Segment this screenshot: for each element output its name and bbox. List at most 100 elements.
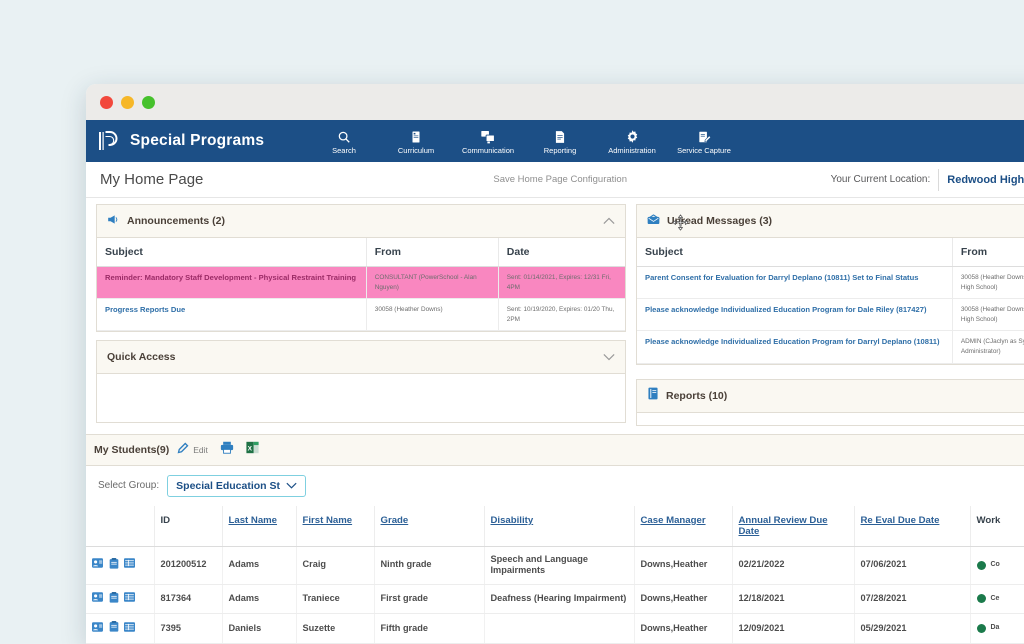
brand-logo-area[interactable]: Special Programs [96, 128, 308, 154]
group-select-value: Special Education St [176, 480, 280, 492]
grid-icon[interactable] [124, 558, 135, 572]
table-row[interactable]: Please acknowledge Individualized Educat… [637, 331, 1024, 363]
nav-item-curriculum[interactable]: Curriculum [380, 127, 452, 155]
nav-item-service-capture[interactable]: Service Capture [668, 127, 740, 155]
announcements-panel: Announcements (2) Subject From Date [96, 204, 626, 332]
column-header-re-eval-due-date[interactable]: Re Eval Due Date [854, 506, 970, 547]
announcements-panel-header[interactable]: Announcements (2) [97, 205, 625, 238]
edit-document-icon [697, 129, 711, 144]
message-subject[interactable]: Parent Consent for Evaluation for Darryl… [637, 267, 952, 299]
student-profile-icon[interactable] [92, 622, 103, 636]
student-disability: Deafness (Hearing Impairment) [484, 584, 634, 614]
grid-icon[interactable] [124, 622, 135, 636]
announcement-date: Sent: 01/14/2021, Expires: 12/31 Fri, 4P… [498, 267, 625, 299]
unread-messages-title: Unread Messages (3) [667, 215, 772, 227]
group-select-dropdown[interactable]: Special Education St [167, 475, 306, 497]
printer-icon[interactable] [220, 441, 234, 459]
chevron-down-icon[interactable] [603, 348, 615, 366]
table-row[interactable]: 7395 Daniels Suzette Fifth grade Downs,H… [86, 614, 1024, 644]
table-row[interactable]: 201200512 Adams Craig Ninth grade Speech… [86, 546, 1024, 584]
column-header-subject: Subject [637, 238, 952, 267]
student-grade: Ninth grade [374, 546, 484, 584]
column-header-actions [86, 506, 154, 547]
announcement-from: CONSULTANT (PowerSchool - Alan Nguyen) [366, 267, 498, 299]
left-column: Announcements (2) Subject From Date [96, 204, 626, 434]
reports-title: Reports (10) [666, 390, 727, 402]
nav-item-administration[interactable]: Administration [596, 127, 668, 155]
minimize-window-button[interactable] [121, 96, 134, 109]
student-case-manager: Downs,Heather [634, 614, 732, 644]
document-icon[interactable] [109, 592, 119, 607]
grid-icon[interactable] [124, 592, 135, 606]
close-window-button[interactable] [100, 96, 113, 109]
message-subject[interactable]: Please acknowledge Individualized Educat… [637, 331, 952, 363]
report-icon [553, 129, 567, 144]
nav-item-label: Communication [462, 146, 514, 155]
column-header-id: ID [154, 506, 222, 547]
student-profile-icon[interactable] [92, 592, 103, 606]
student-last-name: Adams [222, 584, 296, 614]
column-header-from: From [952, 238, 1024, 267]
unread-messages-header-row: Subject From [637, 238, 1024, 267]
student-last-name: Adams [222, 546, 296, 584]
row-action-icons [86, 546, 154, 584]
my-students-toolbar: My Students(9) Edit [86, 434, 1024, 466]
column-header-grade[interactable]: Grade [374, 506, 484, 547]
right-column: Unread Messages (3) Subject From [636, 204, 1024, 434]
announcement-subject[interactable]: Progress Reports Due [97, 299, 366, 331]
nav-item-communication[interactable]: Communication [452, 127, 524, 155]
message-subject[interactable]: Please acknowledge Individualized Educat… [637, 299, 952, 331]
column-header-disability[interactable]: Disability [484, 506, 634, 547]
chat-icon [480, 129, 496, 144]
edit-button-label: Edit [193, 445, 208, 455]
student-profile-icon[interactable] [92, 558, 103, 572]
announcements-table: Subject From Date Reminder: Mandatory St… [97, 238, 625, 331]
students-header-row: ID Last Name First Name Grade Disability… [86, 506, 1024, 547]
unread-messages-panel-header[interactable]: Unread Messages (3) [637, 205, 1024, 238]
student-case-manager: Downs,Heather [634, 584, 732, 614]
app-window: Special Programs Search [86, 84, 1024, 644]
reports-panel: Reports (10) [636, 379, 1024, 426]
quick-access-panel-header[interactable]: Quick Access [97, 341, 625, 374]
column-header-annual-review-due-date[interactable]: Annual Review Due Date [732, 506, 854, 547]
window-titlebar [86, 84, 1024, 120]
reports-panel-header[interactable]: Reports (10) [637, 380, 1024, 413]
document-icon[interactable] [109, 621, 119, 636]
current-location-area: Your Current Location: Redwood High Scho… [831, 169, 1024, 191]
table-row[interactable]: Reminder: Mandatory Staff Development - … [97, 267, 625, 299]
row-action-icons [86, 584, 154, 614]
status-bullet-icon [977, 561, 986, 570]
edit-button[interactable]: Edit [177, 441, 208, 459]
column-header-first-name[interactable]: First Name [296, 506, 374, 547]
column-header-case-manager[interactable]: Case Manager [634, 506, 732, 547]
svg-text:X: X [248, 445, 253, 452]
search-icon [337, 129, 351, 144]
current-location-value[interactable]: Redwood High School [938, 169, 1024, 191]
student-re-eval-due: 07/06/2021 [854, 546, 970, 584]
nav-item-list: Search Curriculum [308, 127, 740, 155]
unread-messages-table: Subject From Parent Consent for Evaluati… [637, 238, 1024, 364]
save-home-page-configuration-link[interactable]: Save Home Page Configuration [493, 174, 627, 185]
student-first-name: Craig [296, 546, 374, 584]
announcement-subject[interactable]: Reminder: Mandatory Staff Development - … [97, 267, 366, 299]
table-row[interactable]: Progress Reports Due 30058 (Heather Down… [97, 299, 625, 331]
nav-item-label: Search [332, 146, 356, 155]
special-programs-logo-icon [96, 128, 122, 154]
home-page-content: Announcements (2) Subject From Date [86, 198, 1024, 644]
student-last-name: Daniels [222, 614, 296, 644]
column-header-last-name[interactable]: Last Name [222, 506, 296, 547]
document-icon[interactable] [109, 558, 119, 573]
nav-item-search[interactable]: Search [308, 127, 380, 155]
excel-export-icon[interactable]: X [246, 441, 259, 459]
nav-item-reporting[interactable]: Reporting [524, 127, 596, 155]
table-row[interactable]: Please acknowledge Individualized Educat… [637, 299, 1024, 331]
student-annual-review-due: 02/21/2022 [732, 546, 854, 584]
table-row[interactable]: Parent Consent for Evaluation for Darryl… [637, 267, 1024, 299]
select-group-row: Select Group: Special Education St [86, 466, 1024, 506]
maximize-window-button[interactable] [142, 96, 155, 109]
reports-body [637, 413, 1024, 425]
my-students-title: My Students(9) [94, 444, 169, 456]
student-first-name: Suzette [296, 614, 374, 644]
table-row[interactable]: 817364 Adams Traniece First grade Deafne… [86, 584, 1024, 614]
chevron-up-icon[interactable] [603, 212, 615, 230]
